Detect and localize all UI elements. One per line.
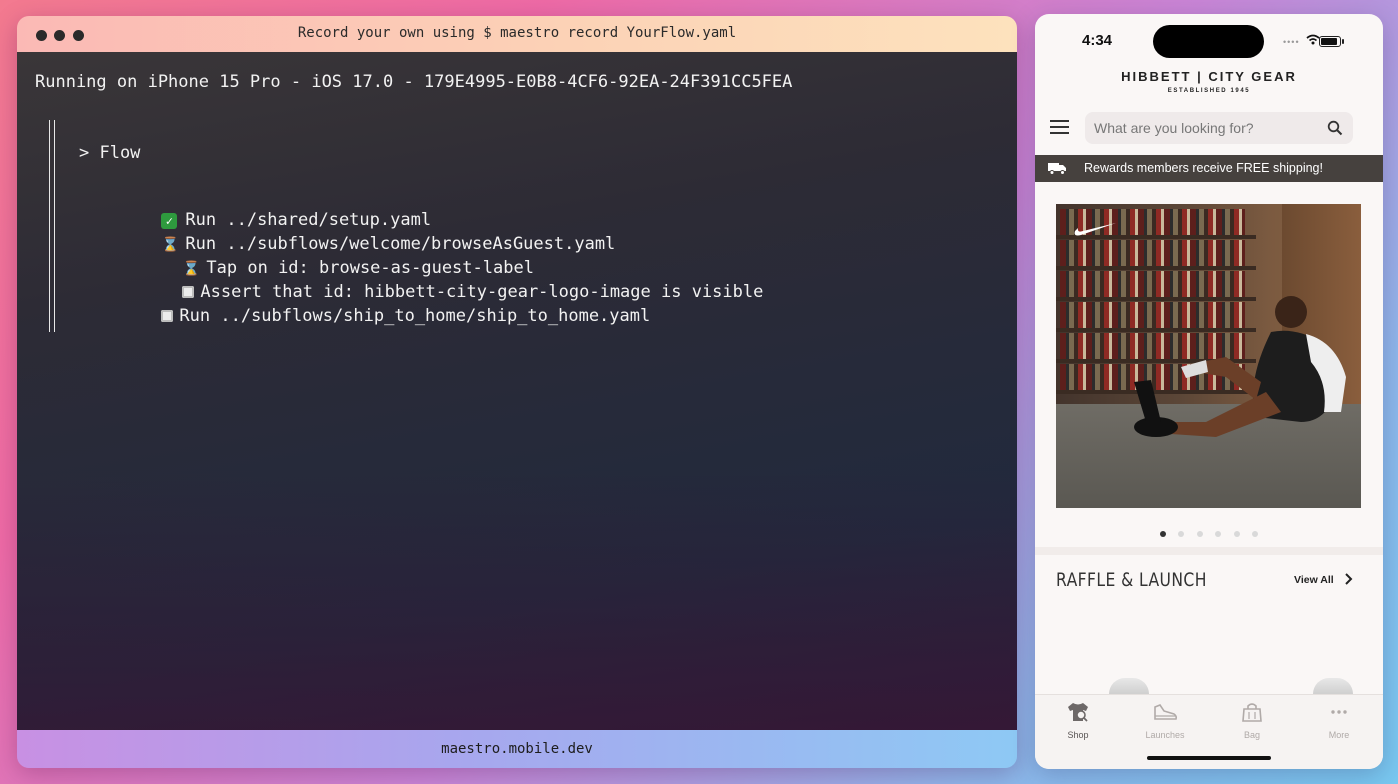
carousel-dot[interactable] (1159, 531, 1166, 537)
tab-bag[interactable]: Bag (1217, 701, 1287, 740)
wifi-icon (1306, 34, 1320, 45)
carousel-dot[interactable] (1178, 531, 1185, 537)
dynamic-island (1153, 25, 1264, 58)
tab-label: Bag (1243, 730, 1260, 740)
hamburger-menu-icon[interactable] (1050, 120, 1070, 134)
search-bar[interactable] (1085, 112, 1353, 144)
tab-launches[interactable]: Launches (1130, 701, 1200, 740)
tab-shop[interactable]: Shop (1043, 701, 1113, 740)
nike-swoosh-icon (1074, 223, 1116, 236)
device-info-line: Running on iPhone 15 Pro - iOS 17.0 - 17… (35, 72, 793, 92)
logo-main-text: HIBBETT | CITY GEAR (1121, 69, 1297, 84)
section-divider (1035, 547, 1383, 555)
sneaker-icon (1154, 704, 1178, 720)
logo-sub-text: ESTABLISHED 1945 (1167, 88, 1251, 94)
terminal-footer-link[interactable]: maestro.mobile.dev (17, 730, 1017, 768)
shop-icon (1068, 703, 1088, 722)
terminal-output: Running on iPhone 15 Pro - iOS 17.0 - 17… (17, 52, 1017, 730)
terminal-title: Record your own using $ maestro record Y… (297, 25, 737, 41)
brand-logo: HIBBETT | CITY GEAR ESTABLISHED 1945 (1035, 69, 1383, 94)
carousel-dot[interactable] (1215, 531, 1222, 537)
signal-icon: •••• (1283, 37, 1300, 47)
battery-icon (1319, 36, 1344, 47)
hero-banner-image[interactable] (1056, 204, 1361, 508)
more-icon (1331, 710, 1347, 714)
terminal-window: Record your own using $ maestro record Y… (17, 16, 1017, 768)
product-thumbnail[interactable] (1313, 678, 1353, 694)
flow-step: Run ../subflows/ship_to_home/ship_to_hom… (100, 286, 650, 346)
carousel-dot[interactable] (1252, 531, 1259, 537)
phone-screen: 4:34 •••• HIBBETT | CITY GEAR ESTABLISHE… (1035, 14, 1383, 769)
view-all-link[interactable]: View All (1294, 574, 1334, 586)
tab-more[interactable]: More (1304, 701, 1374, 740)
section-title: RAFFLE & LAUNCH (1056, 569, 1207, 591)
search-icon[interactable] (1327, 120, 1343, 136)
flow-header: > Flow (79, 143, 141, 163)
tab-label: Launches (1145, 730, 1185, 740)
pending-icon (161, 310, 174, 322)
tab-label: Shop (1067, 730, 1089, 740)
tab-label: More (1328, 730, 1350, 740)
bag-icon (1242, 703, 1262, 722)
step-text: Run ../subflows/ship_to_home/ship_to_hom… (179, 306, 651, 326)
truck-icon (1048, 163, 1066, 175)
flow-tree-bar (49, 120, 55, 332)
terminal-titlebar: Record your own using $ maestro record Y… (17, 16, 1017, 52)
carousel-dot[interactable] (1233, 531, 1240, 537)
model-photo (1134, 296, 1346, 437)
promo-banner[interactable]: Rewards members receive FREE shipping! (1035, 155, 1383, 182)
carousel-pagination[interactable] (1035, 524, 1383, 542)
status-time: 4:34 (1082, 32, 1113, 49)
chevron-right-icon[interactable] (1344, 573, 1354, 585)
carousel-dot[interactable] (1196, 531, 1203, 537)
promo-text: Rewards members receive FREE shipping! (1084, 161, 1323, 175)
home-indicator[interactable] (1147, 756, 1271, 760)
search-input[interactable] (1085, 112, 1324, 144)
product-thumbnail[interactable] (1109, 678, 1149, 694)
